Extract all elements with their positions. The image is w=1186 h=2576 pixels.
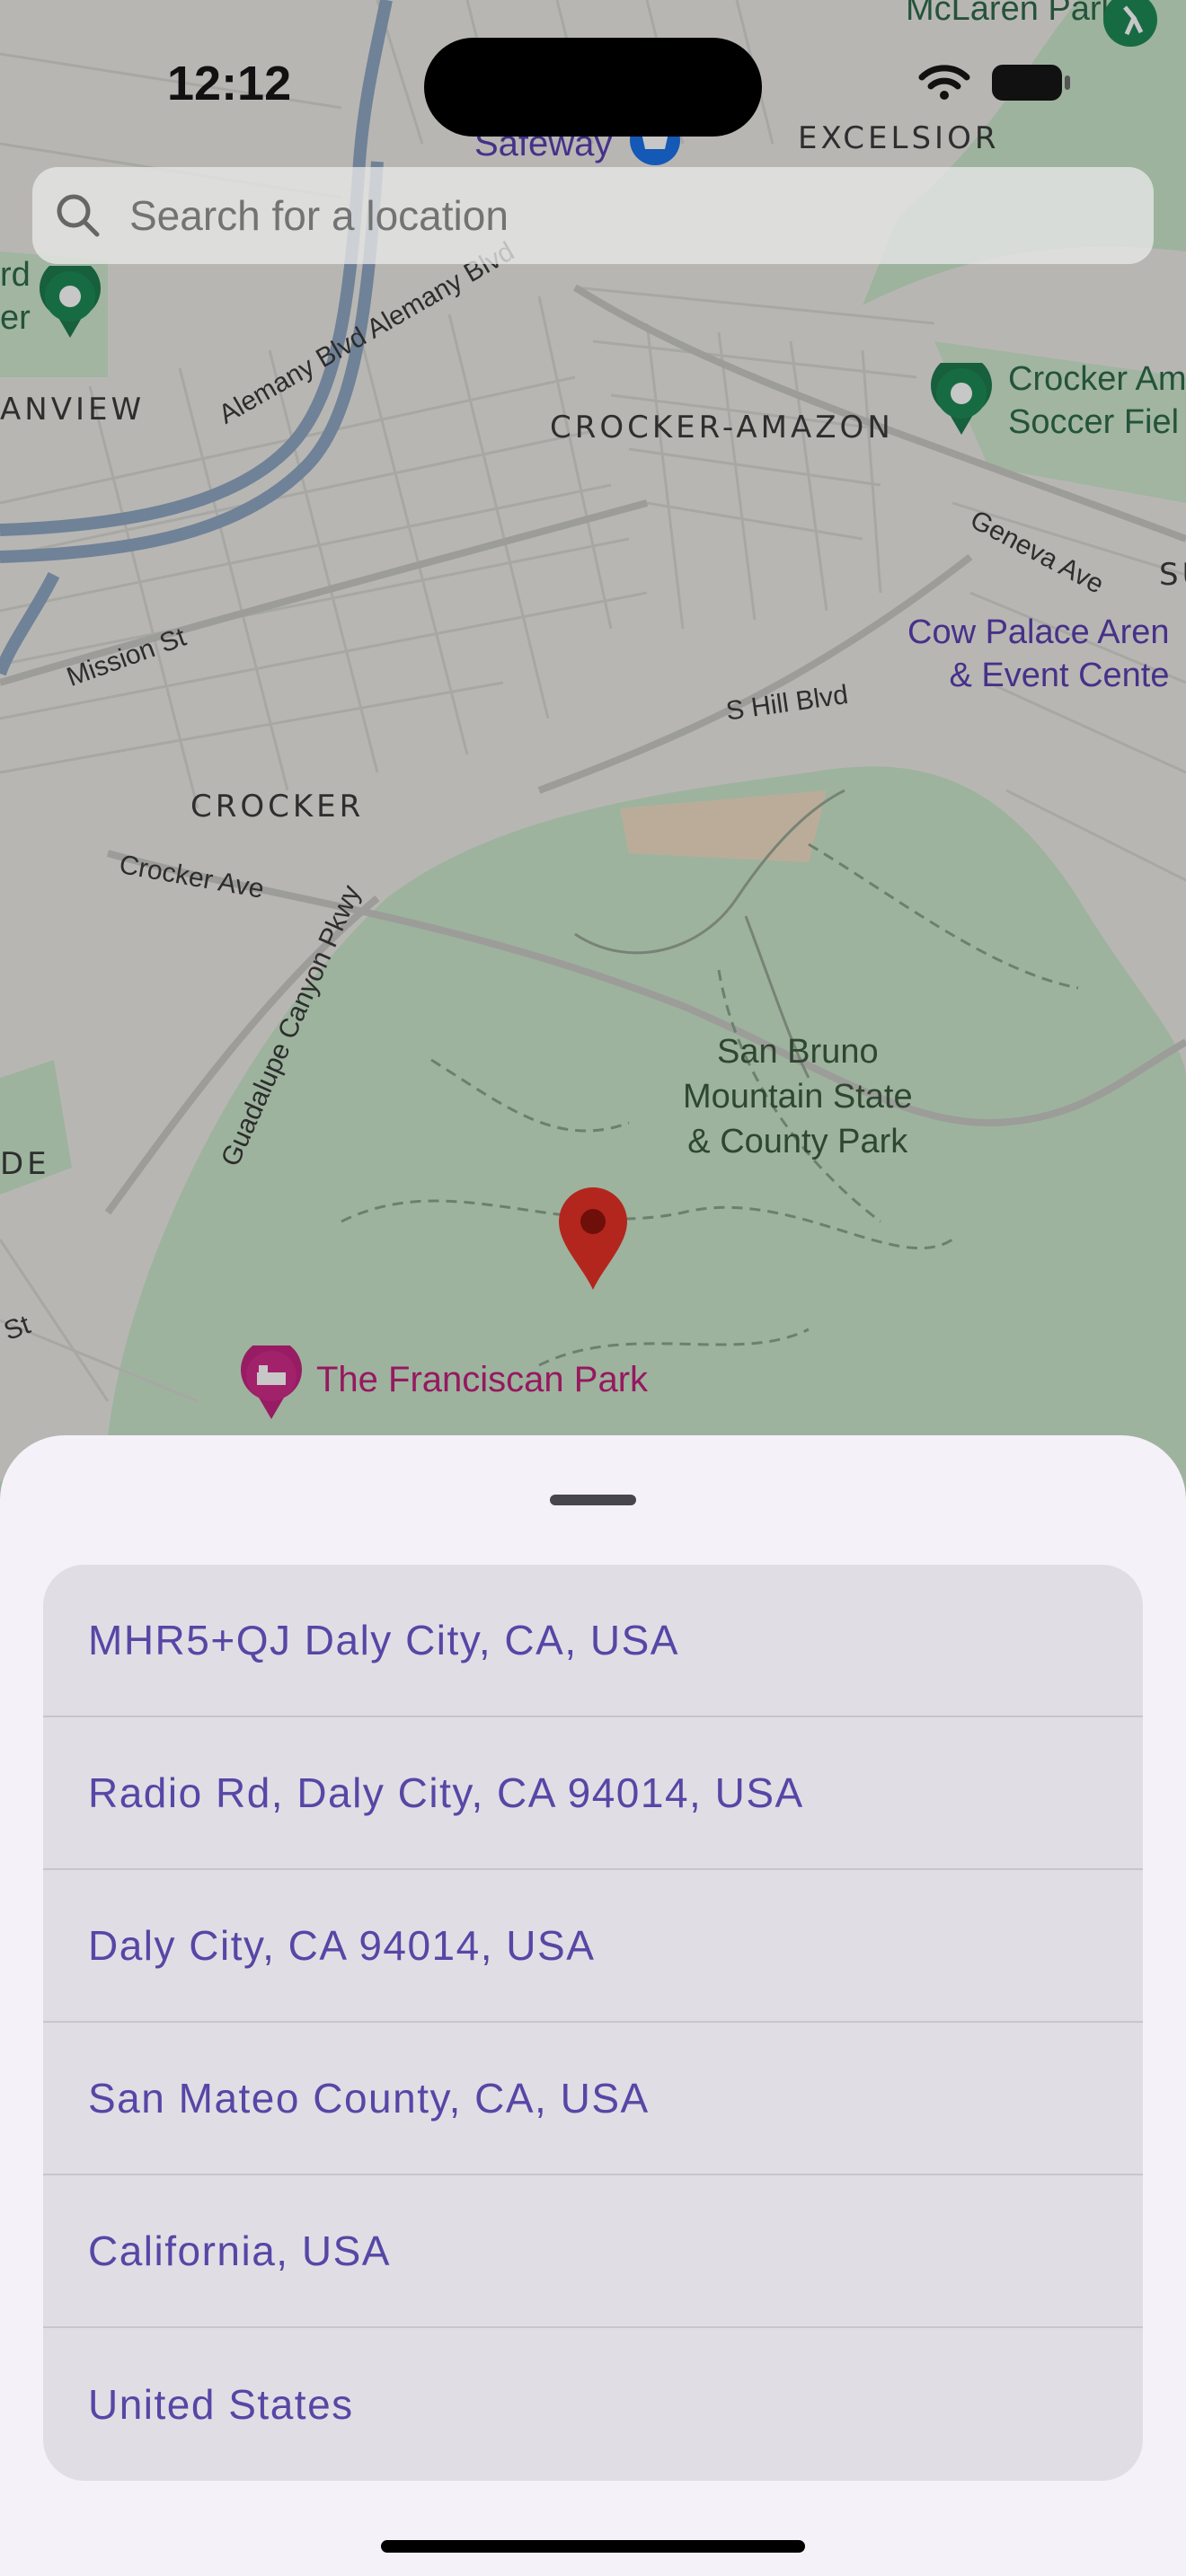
battery-icon [992, 65, 1070, 101]
sheet-drag-handle[interactable] [550, 1495, 636, 1505]
search-icon [57, 194, 100, 237]
wifi-icon [918, 65, 970, 100]
result-item[interactable]: San Mateo County, CA, USA [43, 2023, 1143, 2175]
home-indicator [381, 2540, 805, 2553]
location-pin-icon[interactable] [555, 1186, 631, 1292]
status-icons [918, 63, 1071, 102]
result-item[interactable]: MHR5+QJ Daly City, CA, USA [43, 1565, 1143, 1717]
dynamic-island [424, 38, 762, 137]
results-sheet: MHR5+QJ Daly City, CA, USA Radio Rd, Dal… [0, 1435, 1186, 2576]
result-item[interactable]: California, USA [43, 2175, 1143, 2328]
results-list: MHR5+QJ Daly City, CA, USA Radio Rd, Dal… [43, 1565, 1143, 2481]
result-item[interactable]: Daly City, CA 94014, USA [43, 1870, 1143, 2023]
result-item[interactable]: Radio Rd, Daly City, CA 94014, USA [43, 1717, 1143, 1870]
search-bar[interactable] [32, 167, 1154, 264]
result-item[interactable]: United States [43, 2328, 1143, 2481]
status-time: 12:12 [167, 57, 292, 110]
screen: McLaren Park EXCELSIOR Safeway rd er ANV… [0, 0, 1186, 2576]
search-input[interactable] [128, 190, 1120, 241]
